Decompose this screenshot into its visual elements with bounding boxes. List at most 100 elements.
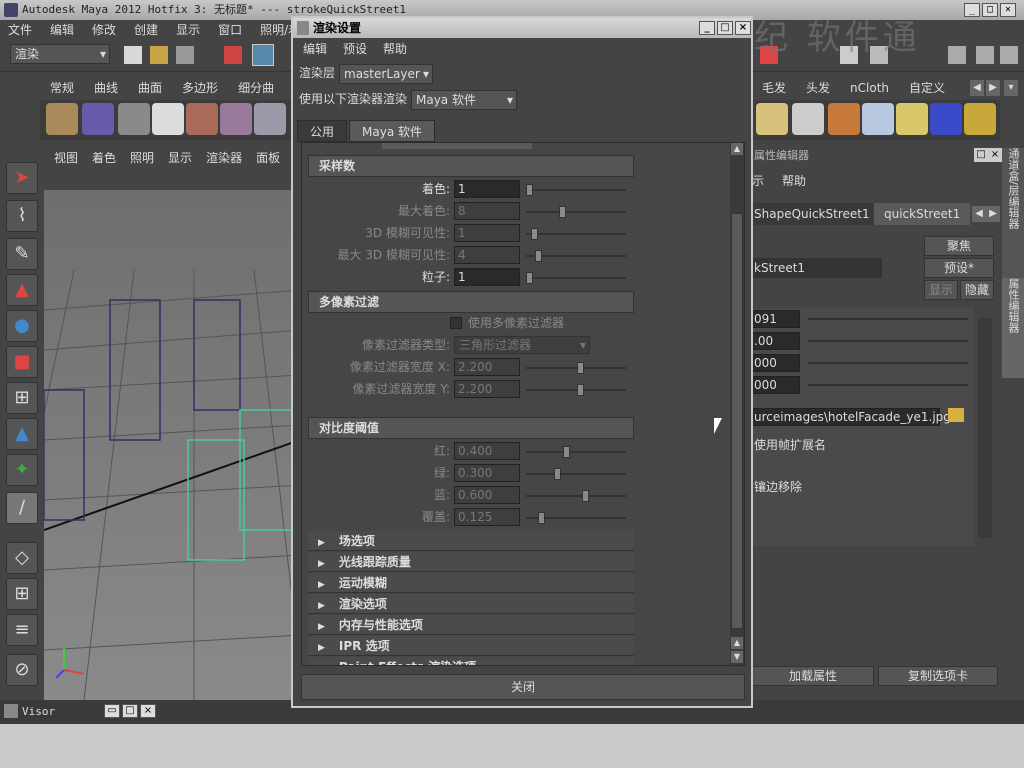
dialog-title-bar[interactable]: 渲染设置 _ □ × <box>293 18 751 38</box>
vp-menu-renderer[interactable]: 渲染器 <box>206 148 242 168</box>
shelf-tab-fur[interactable]: 毛发 <box>752 78 796 98</box>
hypershade-icon[interactable]: ⊘ <box>6 654 38 686</box>
vp-menu-lighting[interactable]: 照明 <box>130 148 154 168</box>
shelf-tab-custom[interactable]: 自定义 <box>899 78 955 98</box>
paint-brush-icon[interactable] <box>46 103 78 135</box>
shelf-scroll-right-icon[interactable]: ▶ <box>986 80 1000 96</box>
attr-slider[interactable] <box>808 384 968 386</box>
multipixel-checkbox[interactable] <box>450 317 462 329</box>
hide-button[interactable]: 隐藏 <box>960 280 994 300</box>
single-perspective-layout-icon[interactable]: ◇ <box>6 542 38 574</box>
field-slider[interactable] <box>526 512 626 524</box>
paint-effects-preset-icon[interactable] <box>756 103 788 135</box>
field-input[interactable]: 0.600 <box>454 486 520 504</box>
field-input[interactable]: 2.200 <box>454 358 520 376</box>
field-slider[interactable] <box>526 468 626 480</box>
attr-menu-show[interactable]: 示 <box>752 172 764 189</box>
minimize-icon[interactable]: _ <box>699 21 715 35</box>
paint-bucket-icon[interactable] <box>118 103 150 135</box>
close-icon[interactable]: × <box>735 21 751 35</box>
paint-effects-preset-icon[interactable] <box>792 103 824 135</box>
filter-type-combo[interactable]: 三角形过滤器 ▾ <box>454 336 590 354</box>
field-slider[interactable] <box>526 490 626 502</box>
section-contrast[interactable]: 对比度阈值 <box>308 417 634 439</box>
edge-remove-label[interactable]: 镶边移除 <box>754 478 802 495</box>
node-name-field[interactable]: kStreet1 <box>750 258 882 278</box>
collapsed-section[interactable]: ▶ Paint Effects 渲染选项 <box>308 657 634 665</box>
presets-button[interactable]: 预设* <box>924 258 994 278</box>
renderer-combo[interactable]: Maya 软件 ▾ <box>411 90 517 110</box>
shelf-tab-surfaces[interactable]: 曲面 <box>128 78 172 98</box>
universal-manipulator-icon[interactable]: ⊞ <box>6 382 38 414</box>
shelf-menu-icon[interactable]: ▾ <box>1004 80 1018 96</box>
vp-menu-shading[interactable]: 着色 <box>92 148 116 168</box>
side-tab-channel-box[interactable]: 通道盒/层编辑器 <box>1002 148 1024 278</box>
menu-file[interactable]: 文件 <box>8 20 32 40</box>
move-tool-icon[interactable]: ▲ <box>6 274 38 306</box>
scroll-down-icon[interactable]: ▼ <box>731 651 743 663</box>
attr-slider[interactable] <box>808 340 968 342</box>
detach-icon[interactable]: □ <box>974 148 988 162</box>
settings-scrollbar[interactable]: ▲ ▲ ▼ <box>730 143 744 665</box>
section-sampling[interactable]: 采样数 <box>308 155 634 177</box>
paint-effects-preset-icon[interactable] <box>930 103 962 135</box>
template-brush-icon[interactable] <box>152 103 184 135</box>
menu-display[interactable]: 显示 <box>176 20 200 40</box>
soft-mod-icon[interactable]: ▲ <box>6 418 38 450</box>
field-slider[interactable] <box>526 228 626 240</box>
vp-menu-view[interactable]: 视图 <box>54 148 78 168</box>
field-input[interactable]: 1 <box>454 180 520 198</box>
scroll-thumb[interactable] <box>731 213 743 629</box>
field-slider[interactable] <box>526 250 626 262</box>
menu-create[interactable]: 创建 <box>134 20 158 40</box>
field-input[interactable]: 0.125 <box>454 508 520 526</box>
field-input[interactable]: 4 <box>454 246 520 264</box>
shelf-scroll-left-icon[interactable]: ◀ <box>970 80 984 96</box>
lasso-tool-icon[interactable]: ⌇ <box>6 200 38 232</box>
collapsed-section[interactable]: ▶ 光线跟踪质量 <box>308 552 634 572</box>
shelf-tab-ncloth[interactable]: nCloth <box>840 78 899 98</box>
paint-brush-icon[interactable] <box>186 103 218 135</box>
tab-scroll-left-icon[interactable]: ◀ <box>972 206 986 222</box>
vp-menu-panels[interactable]: 面板 <box>256 148 280 168</box>
attribute-editor-icon[interactable] <box>948 46 966 64</box>
close-icon[interactable]: × <box>988 148 1002 162</box>
slider-knob[interactable] <box>577 362 584 374</box>
perspective-viewport[interactable]: 视图 着色 照明 显示 渲染器 面板 <box>44 148 300 700</box>
close-icon[interactable]: × <box>140 704 156 718</box>
shelf-tab-general[interactable]: 常规 <box>40 78 84 98</box>
tab-common[interactable]: 公用 <box>297 120 348 142</box>
shelf-tab-curves[interactable]: 曲线 <box>84 78 128 98</box>
scroll-up-icon[interactable]: ▲ <box>731 143 743 155</box>
menu-edit[interactable]: 编辑 <box>50 20 74 40</box>
paint-brush-icon[interactable] <box>82 103 114 135</box>
menu-modify[interactable]: 修改 <box>92 20 116 40</box>
paint-effects-preset-icon[interactable] <box>828 103 860 135</box>
attr-scrollbar[interactable] <box>978 318 992 538</box>
shelf-tab-subdiv[interactable]: 细分曲 <box>228 78 284 98</box>
scroll-up-icon[interactable]: ▲ <box>731 637 743 649</box>
focus-button[interactable]: 聚焦 <box>924 236 994 256</box>
collapsed-section[interactable]: ▶ 运动模糊 <box>308 573 634 593</box>
paint-effects-preset-icon[interactable] <box>896 103 928 135</box>
rotate-tool-icon[interactable]: ● <box>6 310 38 342</box>
attr-value-field[interactable]: 000 <box>750 376 800 394</box>
field-slider[interactable] <box>526 446 626 458</box>
select-object-icon[interactable] <box>252 44 274 66</box>
shelf-tab-polygons[interactable]: 多边形 <box>172 78 228 98</box>
close-icon[interactable]: × <box>1000 3 1016 17</box>
section-multipixel[interactable]: 多像素过滤 <box>308 291 634 313</box>
dialog-menu-presets[interactable]: 预设 <box>343 38 367 60</box>
open-scene-icon[interactable] <box>150 46 168 64</box>
use-frame-ext-label[interactable]: 使用帧扩展名 <box>754 436 826 453</box>
vp-menu-show[interactable]: 显示 <box>168 148 192 168</box>
paint-brush-icon[interactable] <box>254 103 286 135</box>
collapsed-section[interactable]: ▶ 场选项 <box>308 531 634 551</box>
attr-tab-shape[interactable]: ShapeQuickStreet1 <box>750 203 874 225</box>
render-layer-combo[interactable]: masterLayer ▾ <box>339 64 433 84</box>
maximize-icon[interactable]: □ <box>982 3 998 17</box>
slider-knob[interactable] <box>531 228 538 240</box>
tab-maya-software[interactable]: Maya 软件 <box>349 120 435 142</box>
last-tool-icon[interactable]: ∕ <box>6 492 38 524</box>
field-slider[interactable] <box>526 362 626 374</box>
